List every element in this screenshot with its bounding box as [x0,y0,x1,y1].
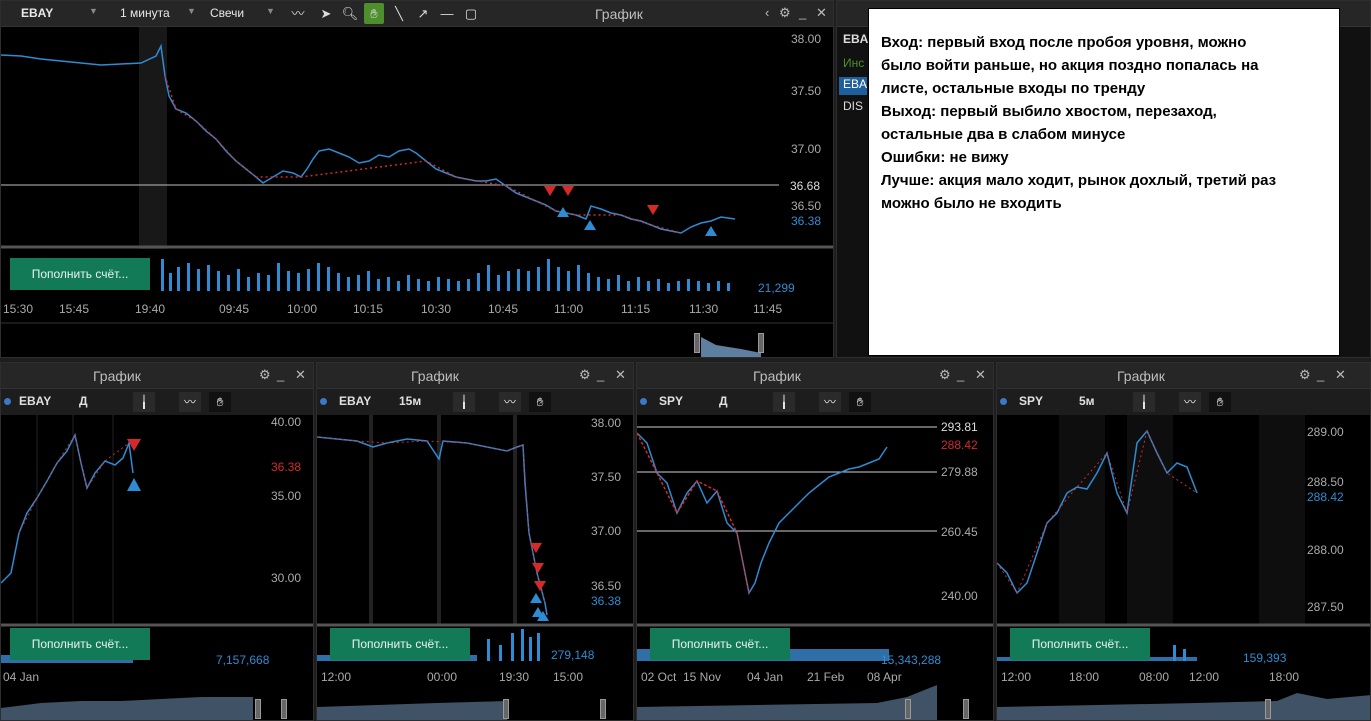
scroll-handle[interactable] [963,699,969,719]
scroll-handle[interactable] [600,699,606,719]
side-ticker[interactable]: EBA [843,32,868,46]
last-price-label: 36.38 [791,214,822,228]
time-label: 12:00 [321,670,352,684]
trade-notes: Вход: первый вход после пробоя уровня, м… [868,8,1340,356]
time-label: 04 Jan [3,670,40,684]
time-label: 10:00 [287,302,318,316]
watchlist-row-selected[interactable]: EBA [839,77,867,95]
time-label: 18:00 [1269,670,1300,684]
chart-panel-ebay-15m: График ⚙ _ ✕ EBAY 15м ╽ 〰 ✋︎ 38.00 37.50… [316,362,634,721]
price-label: 37.50 [591,470,622,484]
note-line: Ошибки: не вижу [881,149,1009,166]
chart-plot[interactable] [317,363,634,721]
price-label: 38.00 [791,32,822,46]
scroll-handle-right[interactable] [758,333,764,353]
side-header-label: Инс [843,56,865,70]
chart-panel-spy-daily: График ⚙ _ ✕ SPY Д ╽ 〰 ✋︎ 293.81 288.42 … [636,362,994,721]
volume-value: 21,299 [758,281,795,295]
scroll-handle[interactable] [503,699,509,719]
price-label: 30.00 [271,571,302,585]
time-label: 09:45 [219,302,250,316]
watchlist-row[interactable]: DIS [843,99,863,113]
last-price-label: 36.38 [591,594,622,608]
time-label: 15 Nov [683,670,722,684]
price-label: 35.00 [271,489,302,503]
price-label: 288.50 [1307,475,1344,489]
chart-panel-ebay-daily: График ⚙ _ ✕ EBAY Д ╽ 〰 ✋︎ 40.00 36.38 3… [0,362,314,721]
price-label: 38.00 [591,416,622,430]
price-label: 260.45 [941,525,978,539]
note-line: Лучше: акция мало ходит, рынок дохлый, т… [881,172,1277,189]
time-label: 18:00 [1069,670,1100,684]
deposit-button[interactable]: Пополнить счёт... [10,628,150,660]
price-label: 40.00 [271,415,302,429]
price-label: 37.00 [791,142,822,156]
time-label: 11:30 [689,302,719,316]
time-label: 08 Apr [867,670,902,684]
note-line: можно было не входить [881,195,1062,212]
price-label: 36.50 [791,199,822,213]
time-label: 12:00 [1001,670,1032,684]
deposit-button[interactable]: Пополнить счёт... [330,628,470,660]
price-label: 279.88 [941,465,978,479]
note-line: листе, остальные входы по тренду [881,80,1146,97]
time-label: 00:00 [427,670,458,684]
note-line: остальные два в слабом минусе [881,126,1126,143]
time-label: 11:45 [753,302,783,316]
time-label: 11:00 [554,302,584,316]
chart-plot[interactable] [637,363,994,721]
time-label: 21 Feb [807,670,845,684]
note-line: было войти раньше, но акция поздно попал… [881,57,1259,74]
time-label: 04 Jan [747,670,784,684]
chart-plot[interactable] [997,363,1371,721]
scroll-handle[interactable] [905,699,911,719]
main-chart-panel: EBAY ▼ 1 минута ▼ Свечи ▼ 〰 ➤ 🔍︎ ✋︎ ╲ ↗ … [0,0,834,358]
scroll-handle[interactable] [281,699,287,719]
last-price-label: 288.42 [1307,490,1344,504]
price-label: 36.50 [591,579,622,593]
volume-value: 159,393 [1243,651,1287,665]
scroll-handle[interactable] [1265,699,1271,719]
time-label: 19:30 [499,670,530,684]
scroll-handle-left[interactable] [694,333,700,353]
time-label: 12:00 [1189,670,1220,684]
time-label: 15:30 [3,302,34,316]
time-label: 15:00 [553,670,584,684]
volume-value: 279,148 [551,648,595,662]
price-label: 240.00 [941,589,978,603]
price-label: 293.81 [941,420,978,434]
last-price-label: 288.42 [941,438,978,452]
price-label: 288.00 [1307,543,1344,557]
deposit-button[interactable]: Пополнить счёт... [650,628,790,660]
time-label: 02 Oct [641,670,677,684]
deposit-button[interactable]: Пополнить счёт... [1010,628,1150,660]
volume-value: 15,343,288 [881,653,942,667]
time-label: 08:00 [1139,670,1170,684]
time-label: 10:30 [421,302,452,316]
deposit-button[interactable]: Пополнить счёт... [10,258,150,290]
price-label: 287.50 [1307,600,1344,614]
scroll-handle[interactable] [255,699,261,719]
chart-panel-spy-5m: График ⚙ _ ✕ SPY 5м ╽ 〰 ✋︎ 289.00 288.50… [996,362,1371,721]
time-label: 11:15 [621,302,651,316]
price-label: 37.50 [791,84,822,98]
price-label: 37.00 [591,524,622,538]
note-line: Вход: первый вход после пробоя уровня, м… [881,34,1247,51]
note-line: Выход: первый выбило хвостом, перезаход, [881,103,1217,120]
price-label: 289.00 [1307,425,1344,439]
time-label: 10:45 [488,302,519,316]
volume-value: 7,157,668 [216,653,270,667]
time-label: 19:40 [135,302,166,316]
price-level-label: 36.68 [790,179,821,193]
time-label: 15:45 [59,302,90,316]
time-label: 10:15 [353,302,384,316]
last-price-label: 36.38 [271,460,302,474]
chart-plot[interactable] [1,363,314,721]
